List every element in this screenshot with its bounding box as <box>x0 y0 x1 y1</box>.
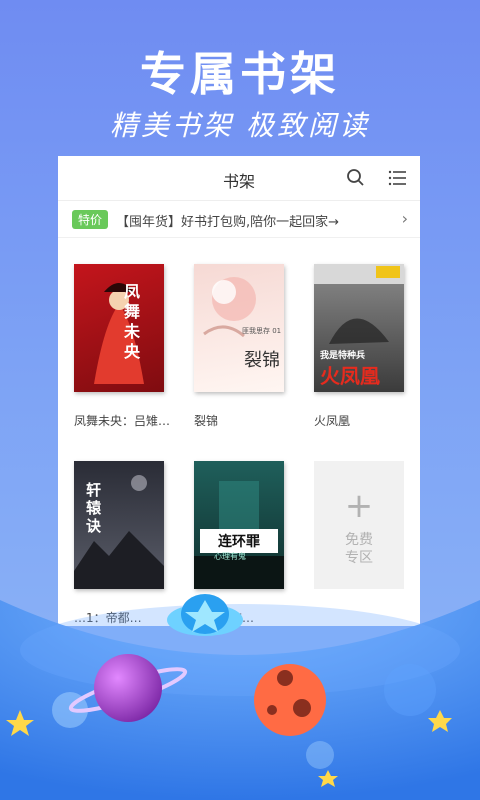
book-cover: 匪我思存 01 裂锦 <box>194 264 284 392</box>
cover-title: 轩辕诀 <box>86 481 102 535</box>
headline: 专属书架 <box>140 47 340 101</box>
book-title: 裂锦 <box>194 414 219 428</box>
book-item[interactable]: 匪我思存 01 裂锦 裂锦 <box>194 264 284 429</box>
book-item[interactable]: 我是特种兵 火凤凰 火凤凰 <box>314 264 404 429</box>
book-cover: 我是特种兵 火凤凰 <box>314 264 404 392</box>
ufo-icon <box>167 594 243 636</box>
bookshelf-screen: 书架 特价 【囤年货】好书打包购,陪你一起回家→ › 凤舞未央 凤舞未央：吕雉… <box>58 156 420 626</box>
cover-title: 连环罪 <box>200 529 278 553</box>
cover-title: 火凤凰 <box>320 364 380 388</box>
promo-text: 【囤年货】好书打包购,陪你一起回家→ <box>116 215 340 230</box>
book-title: 火凤凰 <box>314 414 351 428</box>
book-cover: 凤舞未央 <box>74 264 164 392</box>
planet-scene <box>0 594 480 800</box>
book-item[interactable]: 凤舞未央 凤舞未央：吕雉… <box>74 264 170 429</box>
top-bar: 书架 <box>58 156 420 201</box>
cover-title: 裂锦 <box>244 350 280 371</box>
cover-subtitle: 匪我思存 01 <box>242 327 282 335</box>
chevron-right-icon: › <box>401 209 408 228</box>
plus-icon: + <box>344 486 374 526</box>
meteor-icon <box>254 664 326 736</box>
list-menu-icon[interactable] <box>388 168 408 188</box>
search-icon[interactable] <box>346 168 366 188</box>
cover-title: 凤舞未央 <box>124 282 141 361</box>
promo-tag: 特价 <box>72 210 109 229</box>
subheadline: 精美书架 极致阅读 <box>110 109 370 142</box>
promo-banner[interactable]: 特价 【囤年货】好书打包购,陪你一起回家→ › <box>58 201 420 238</box>
book-title: 凤舞未央：吕雉… <box>74 414 171 428</box>
